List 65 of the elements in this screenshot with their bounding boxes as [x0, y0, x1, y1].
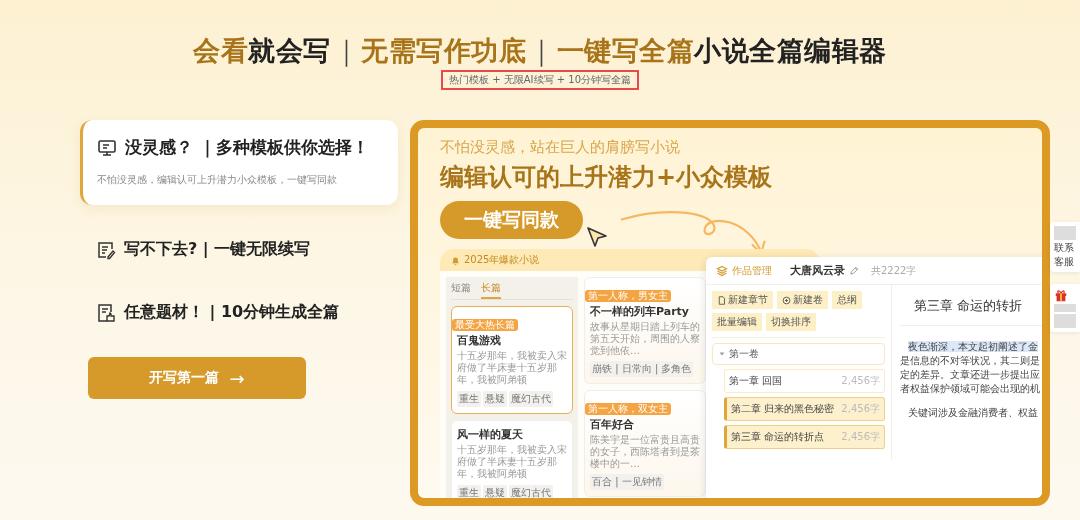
feature-item[interactable]: 任意题材！ | 10分钟生成全篇: [80, 288, 398, 337]
image-placeholder: [1054, 304, 1076, 312]
template-card[interactable]: 第一人称，男女主 不一样的列车Party 故事从星期日踏上列车的第五天开始，周围的人察觉到他依… 崩铁 | 日常向 | 多角色: [584, 277, 706, 384]
chapter-item[interactable]: 第一章 回国 2,456字: [724, 369, 885, 393]
template-tags: 崩铁 | 日常向 | 多角色: [590, 361, 694, 377]
side-widget[interactable]: [1050, 284, 1080, 332]
editor-action-button[interactable]: 批量编辑: [712, 313, 762, 331]
chapter-item[interactable]: 第二章 归来的黑色秘密 2,456字: [724, 397, 885, 421]
story-excerpt: 十五岁那年，我被卖入宋府做了半床妻十五岁那年，我被阿弟顿: [457, 444, 567, 480]
widget-label: 客服: [1054, 256, 1075, 268]
story-tag: 魔幻古代: [509, 391, 553, 407]
story-tag: 重生: [457, 391, 481, 407]
editor-action-button[interactable]: 新建章节: [712, 291, 773, 309]
caret-icon: [718, 350, 726, 358]
story-tag: 悬疑: [483, 391, 507, 407]
chapter-item[interactable]: 第三章 命运的转折点 2,456字: [724, 425, 885, 449]
showcase-kicker: 不怕没灵感，站在巨人的肩膀写小说: [440, 138, 681, 157]
feature-item[interactable]: 写不下去? | 一键无限续写: [80, 225, 398, 274]
story-tag: 重生: [457, 485, 481, 498]
word-count: 共2222字: [871, 263, 917, 278]
editor-action-button[interactable]: 总纲: [832, 291, 862, 309]
template-tags: 百合 | 一见钟情: [590, 474, 664, 490]
template-badge: 第一人称，男女主: [585, 290, 671, 302]
feature-item[interactable]: 没灵感？ ｜多种模板供你选择！ 不怕没灵感，编辑认可上升潜力小众模板，一键写同款: [80, 120, 398, 205]
image-placeholder: [1054, 226, 1076, 240]
feature-title: 没灵感？ ｜多种模板供你选择！: [125, 136, 369, 159]
story-title: 百鬼游戏: [457, 333, 502, 348]
text-line: 是信息的不对等状况，其二则是: [900, 355, 1040, 366]
text-line: 关键词涉及金融消费者、权益: [908, 407, 1038, 418]
add-icon: [782, 295, 791, 305]
template-title: 不一样的列车Party: [590, 304, 691, 319]
volume-item[interactable]: 第一卷: [712, 343, 885, 365]
document-icon: [96, 302, 116, 323]
subtitle: 热门模板 + 无限AI续写 + 10分钟写全篇: [441, 70, 639, 90]
feature-title: 写不下去? | 一键无限续写: [124, 239, 311, 260]
story-badge: 最受大热长篇: [452, 319, 518, 331]
story-excerpt: 十五岁那年，我被卖入宋府做了半床妻十五岁那年，我被阿弟顿: [457, 350, 567, 386]
work-title: 大唐风云录: [790, 263, 845, 278]
story-card[interactable]: 风一样的夏天 十五岁那年，我被卖入宋府做了半床妻十五岁那年，我被阿弟顿 重生 悬疑 魔幻古代: [451, 420, 573, 498]
template-excerpt: 故事从星期日踏上列车的第五天开始，周围的人察觉到他依…: [590, 321, 700, 357]
showcase-headline: 编辑认可的上升潜力+小众模板: [440, 162, 774, 193]
edit-document-icon: [96, 239, 116, 260]
widget-label: 联系: [1054, 242, 1075, 254]
layers-icon: [716, 264, 728, 277]
bell-icon: [450, 254, 461, 266]
story-tag: 魔幻古代: [509, 485, 553, 498]
library-title: 2025年爆款小说: [464, 253, 540, 267]
feature-description: 不怕没灵感，编辑认可上升潜力小众模板，一键写同款: [97, 173, 338, 187]
headline: 会看就会写｜无需写作功底｜一键写全篇小说全篇编辑器: [193, 34, 887, 68]
story-title: 风一样的夏天: [457, 427, 524, 442]
editor-action-button[interactable]: 新建卷: [777, 291, 828, 309]
side-widget[interactable]: 联系 客服: [1050, 222, 1080, 272]
template-badge: 第一人称，双女主: [585, 403, 671, 415]
monitor-icon: [97, 137, 117, 158]
story-card[interactable]: 最受大热长篇 百鬼游戏 十五岁那年，我被卖入宋府做了半床妻十五岁那年，我被阿弟顿 重生 悬疑 魔幻古代: [451, 306, 573, 414]
gift-icon: [1054, 288, 1068, 302]
template-title: 百年好合: [590, 417, 635, 432]
chapter-title: 第三章 命运的转折: [913, 297, 1024, 315]
feature-title: 任意题材！ | 10分钟生成全篇: [124, 302, 340, 323]
editor-action-button[interactable]: 切换排序: [766, 313, 816, 331]
story-tag: 悬疑: [483, 485, 507, 498]
document-icon: [717, 295, 726, 305]
text-line: 者权益保护领域可能会出现的机: [900, 383, 1040, 394]
image-placeholder: [1054, 314, 1076, 328]
text-line: 定的差异。文章还进一步提出应: [900, 369, 1040, 380]
